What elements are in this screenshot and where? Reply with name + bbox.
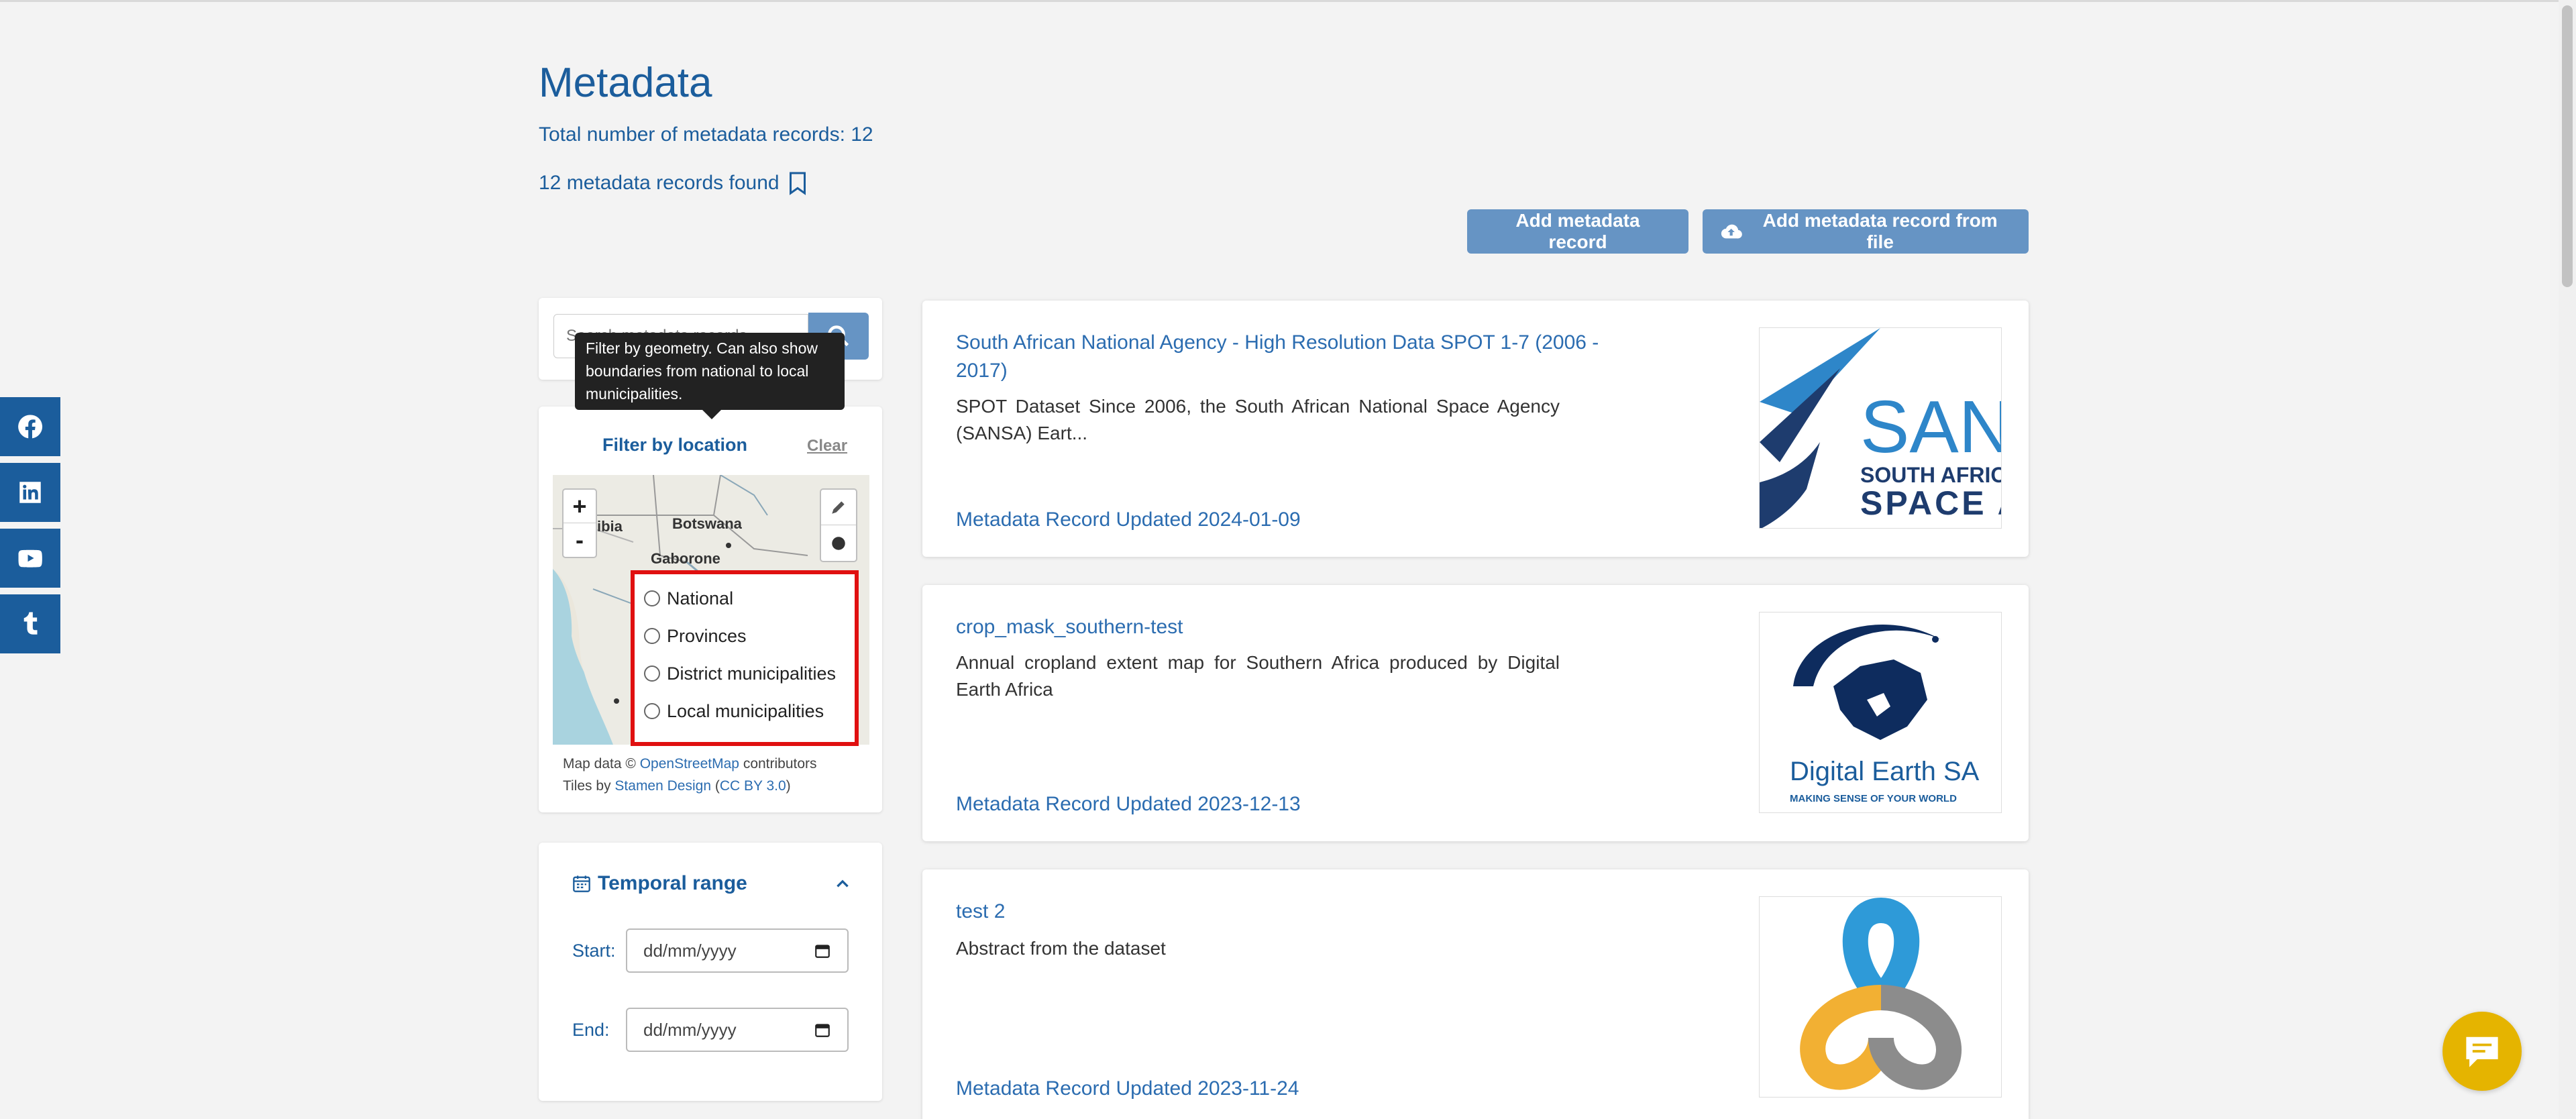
- clear-location-button[interactable]: Clear: [807, 437, 847, 456]
- top-border: [0, 0, 2576, 2]
- draw-point-button[interactable]: [821, 525, 856, 561]
- record-card: South African National Agency - High Res…: [922, 301, 2029, 557]
- trefoil-logo[interactable]: [1759, 896, 2002, 1098]
- radio-local[interactable]: [644, 703, 660, 719]
- calendar-picker-icon[interactable]: [814, 942, 831, 959]
- circle-icon: [832, 536, 845, 550]
- bookmark-icon[interactable]: [788, 171, 808, 195]
- records-found: 12 metadata records found: [539, 171, 808, 195]
- pencil-icon: [832, 501, 845, 514]
- record-updated: Metadata Record Updated 2023-12-13: [956, 793, 1301, 815]
- records-found-label: 12 metadata records found: [539, 172, 780, 194]
- map-label-namibia: ibia: [597, 518, 623, 535]
- end-date-label: End:: [572, 1020, 610, 1040]
- temporal-range-title: Temporal range: [598, 872, 747, 894]
- record-card: test 2 Abstract from the dataset Metadat…: [922, 869, 2029, 1119]
- start-date-input[interactable]: dd/mm/yyyy: [626, 928, 849, 973]
- linkedin-button[interactable]: [0, 463, 60, 522]
- start-date-value: dd/mm/yyyy: [643, 940, 737, 961]
- chat-icon: [2466, 1036, 2498, 1067]
- tumblr-button[interactable]: [0, 594, 60, 653]
- radio-provinces[interactable]: [644, 628, 660, 644]
- cloud-upload-icon: [1721, 224, 1742, 239]
- chevron-up-icon[interactable]: [834, 875, 851, 892]
- scrollbar[interactable]: [2559, 0, 2576, 1119]
- sansa-logo-line2: SPACE A: [1860, 484, 2002, 522]
- attribution-map-data: Map data ©: [563, 756, 636, 771]
- chat-button[interactable]: [2443, 1012, 2522, 1091]
- temporal-range-header[interactable]: Temporal range: [572, 872, 747, 895]
- attribution-tiles: Tiles by: [563, 778, 611, 794]
- radio-national[interactable]: [644, 590, 660, 606]
- scrollbar-thumb[interactable]: [2562, 5, 2573, 287]
- end-date-input[interactable]: dd/mm/yyyy: [626, 1008, 849, 1052]
- zoom-out-button[interactable]: -: [564, 523, 596, 557]
- stamen-design-link[interactable]: Stamen Design: [614, 778, 711, 794]
- calendar-picker-icon[interactable]: [814, 1021, 831, 1038]
- zoom-control: + -: [562, 488, 597, 558]
- boundary-option-district[interactable]: District municipalities: [644, 655, 845, 692]
- record-abstract: Abstract from the dataset: [956, 938, 1166, 959]
- add-metadata-from-file-label: Add metadata record from file: [1762, 210, 1998, 252]
- attribution-contributors: contributors: [743, 756, 817, 771]
- draw-polygon-button[interactable]: [821, 490, 856, 525]
- total-records-label: Total number of metadata records: 12: [539, 123, 873, 146]
- end-date-value: dd/mm/yyyy: [643, 1019, 737, 1040]
- sansa-logo-line1: SOUTH AFRICA: [1860, 463, 2002, 487]
- record-title[interactable]: South African National Agency - High Res…: [956, 329, 1633, 385]
- record-abstract: SPOT Dataset Since 2006, the South Afric…: [956, 396, 1560, 443]
- boundary-label: National: [667, 588, 734, 608]
- facebook-button[interactable]: [0, 397, 60, 456]
- add-metadata-from-file-button[interactable]: Add metadata record from file: [1703, 209, 2029, 254]
- map-label-botswana: Botswana: [672, 515, 742, 532]
- social-bar: [0, 397, 60, 660]
- cc-license-link[interactable]: CC BY 3.0: [720, 778, 786, 794]
- boundary-option-local[interactable]: Local municipalities: [644, 692, 845, 730]
- facebook-icon: [18, 415, 43, 439]
- sansa-logo-word: SAN: [1860, 386, 2002, 468]
- youtube-button[interactable]: [0, 529, 60, 588]
- record-updated: Metadata Record Updated 2024-01-09: [956, 509, 1301, 531]
- sansa-logo-image: SAN SOUTH AFRICA SPACE A: [1760, 328, 2002, 528]
- calendar-icon: [573, 875, 590, 892]
- zoom-in-button[interactable]: +: [564, 490, 596, 523]
- tumblr-icon: [23, 612, 38, 635]
- map-label-gaborone: Gaborone: [651, 550, 720, 567]
- map-attribution: Map data © OpenStreetMap contributors Ti…: [563, 756, 817, 794]
- temporal-range-panel: Temporal range Start: dd/mm/yyyy End: dd…: [539, 843, 882, 1101]
- record-card: crop_mask_southern-test Annual cropland …: [922, 585, 2029, 841]
- digital-earth-sa-logo[interactable]: Digital Earth SA MAKING SENSE OF YOUR WO…: [1759, 612, 2002, 813]
- linkedin-icon: [19, 482, 41, 503]
- radio-district[interactable]: [644, 665, 660, 682]
- openstreetmap-link[interactable]: OpenStreetMap: [640, 756, 739, 771]
- digital-earth-logo-word: Digital Earth SA: [1790, 757, 1980, 786]
- digital-earth-sa-logo-image: Digital Earth SA MAKING SENSE OF YOUR WO…: [1760, 612, 2001, 812]
- boundary-option-national[interactable]: National: [644, 580, 845, 617]
- boundary-label: Local municipalities: [667, 700, 824, 721]
- record-title[interactable]: test 2: [956, 898, 1633, 926]
- record-updated: Metadata Record Updated 2023-11-24: [956, 1077, 1299, 1100]
- sansa-logo[interactable]: SAN SOUTH AFRICA SPACE A: [1759, 327, 2002, 529]
- youtube-icon: [18, 549, 42, 568]
- add-metadata-record-button[interactable]: Add metadata record: [1467, 209, 1688, 254]
- boundary-label: District municipalities: [667, 663, 837, 684]
- boundary-selector: National Provinces District municipaliti…: [631, 570, 859, 746]
- filter-by-location-title: Filter by location: [602, 435, 748, 455]
- draw-toolbar: [820, 488, 857, 562]
- location-tooltip: Filter by geometry. Can also show bounda…: [575, 333, 845, 419]
- trefoil-logo-image: [1760, 897, 2001, 1097]
- page-title: Metadata: [539, 60, 712, 106]
- boundary-option-provinces[interactable]: Provinces: [644, 617, 845, 655]
- boundary-label: Provinces: [667, 625, 747, 646]
- digital-earth-logo-tagline: MAKING SENSE OF YOUR WORLD: [1790, 793, 1957, 804]
- record-title[interactable]: crop_mask_southern-test: [956, 613, 1633, 641]
- start-date-label: Start:: [572, 941, 616, 961]
- record-abstract: Annual cropland extent map for Southern …: [956, 652, 1560, 700]
